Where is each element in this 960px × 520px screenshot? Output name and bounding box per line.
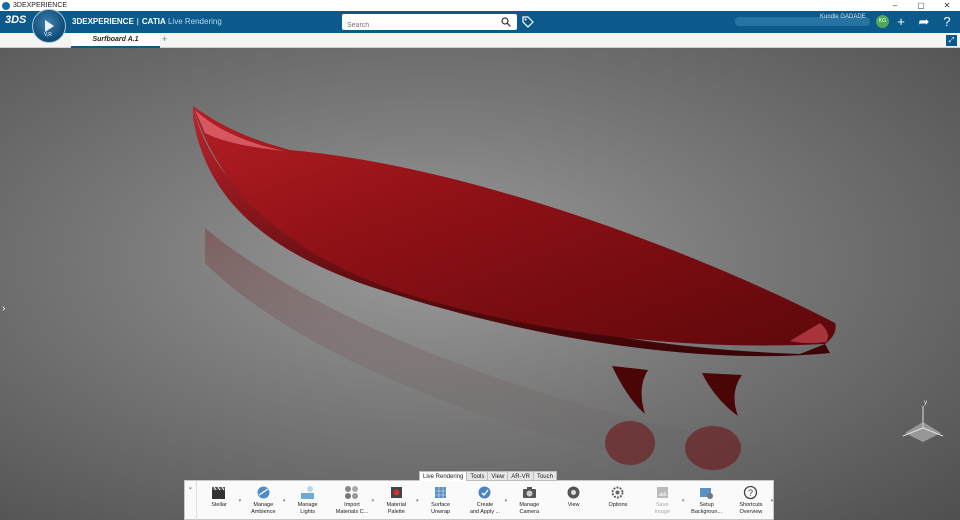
setup-background-label2: Backgroun... bbox=[691, 509, 723, 515]
app-title: 3DEXPERIENCE | CATIA Live Rendering bbox=[72, 17, 222, 26]
fin-left bbox=[612, 366, 648, 414]
manage-camera-label2: Camera bbox=[519, 509, 540, 515]
lights-icon bbox=[301, 486, 315, 499]
triad-y-label: y bbox=[924, 400, 927, 406]
search-input[interactable] bbox=[342, 17, 492, 34]
fin-right bbox=[702, 373, 742, 416]
options-gear-icon bbox=[611, 486, 624, 499]
add-tab-button[interactable]: + bbox=[162, 34, 167, 44]
manage-lights-button[interactable]: Manage Lights bbox=[285, 481, 329, 520]
tab-tools[interactable]: Tools bbox=[466, 471, 489, 481]
side-panel-arrow-icon[interactable]: › bbox=[2, 303, 5, 314]
material-palette-label2: Palette bbox=[387, 509, 405, 515]
user-name[interactable]: Kundle GADADE bbox=[820, 14, 866, 20]
avatar[interactable]: KG bbox=[876, 15, 889, 28]
save-image-icon bbox=[656, 487, 668, 498]
minimize-button[interactable]: – bbox=[882, 0, 908, 11]
surface-unwrap-button[interactable]: Surface Unwrap bbox=[418, 481, 462, 520]
collapse-toolbar-button[interactable]: ⌄ bbox=[185, 481, 197, 520]
expand-icon[interactable]: ⤢ bbox=[946, 35, 957, 46]
material-palette-button[interactable]: Material Palette ▾ bbox=[374, 481, 418, 520]
camera-icon bbox=[522, 487, 536, 498]
setup-background-button[interactable]: Setup Backgroun... bbox=[684, 481, 728, 520]
play-icon[interactable] bbox=[45, 20, 54, 32]
maximize-button[interactable]: ▢ bbox=[908, 0, 934, 11]
search-box[interactable] bbox=[342, 14, 517, 34]
ambience-sphere-icon bbox=[257, 486, 270, 499]
top-actions: + ➦ ? bbox=[893, 14, 955, 30]
tab-ar-vr[interactable]: AR-VR bbox=[507, 471, 534, 481]
import-materials-label1: Import bbox=[344, 502, 360, 508]
manage-camera-button[interactable]: Manage Camera bbox=[507, 481, 551, 520]
add-icon[interactable]: + bbox=[893, 14, 909, 30]
section-tabs: Live Rendering Tools View AR-VR Touch bbox=[419, 471, 557, 481]
palette-icon bbox=[390, 487, 402, 498]
import-materials-label2: Materials C... bbox=[335, 509, 369, 515]
tab-live-rendering[interactable]: Live Rendering bbox=[419, 471, 468, 481]
tab-surfboard[interactable]: Surfboard A.1 bbox=[71, 33, 160, 48]
import-materials-button[interactable]: Import Materials C... ▾ bbox=[330, 481, 374, 520]
app-icon bbox=[2, 1, 10, 10]
share-icon[interactable]: ➦ bbox=[916, 14, 932, 30]
create-apply-label2: and Apply ... bbox=[469, 509, 501, 515]
app-name: CATIA bbox=[141, 17, 166, 26]
window-controls: – ▢ ✕ bbox=[882, 0, 960, 11]
shortcuts-overview-button[interactable]: ? Shortcuts Overview ▾ bbox=[729, 481, 773, 520]
action-bar: ⌄ Stellar ▾ Manage Ambience ▾ Manage Lig… bbox=[184, 480, 774, 520]
tab-touch[interactable]: Touch bbox=[532, 471, 557, 481]
search-icon[interactable] bbox=[501, 17, 511, 27]
surface-unwrap-label1: Surface bbox=[431, 502, 451, 508]
options-label: Options bbox=[608, 502, 628, 508]
save-image-label2: Image bbox=[654, 509, 670, 515]
view-button[interactable]: View bbox=[551, 481, 595, 520]
help-icon: ? bbox=[744, 485, 758, 500]
materials-icon bbox=[345, 486, 359, 499]
view-label: View bbox=[567, 502, 580, 508]
options-button[interactable]: Options bbox=[596, 481, 640, 520]
unwrap-icon bbox=[435, 487, 447, 498]
window-titlebar: 3DEXPERIENCE – ▢ ✕ bbox=[0, 0, 960, 11]
save-image-button[interactable]: Save Image ▾ bbox=[640, 481, 684, 520]
3d-viewport[interactable]: y › bbox=[0, 48, 960, 520]
shortcuts-overview-dropdown-icon[interactable]: ▾ bbox=[771, 498, 774, 504]
fin-reflection-left bbox=[605, 421, 655, 465]
fin-reflection-right bbox=[685, 426, 741, 470]
top-bar: 3DS 3DEXPERIENCE|CATIA Live Rendering Ku… bbox=[0, 11, 960, 34]
close-button[interactable]: ✕ bbox=[934, 0, 960, 11]
ds-logo[interactable]: 3DS bbox=[5, 14, 26, 26]
stellar-button[interactable]: Stellar ▾ bbox=[197, 481, 241, 520]
window-title: 3DEXPERIENCE bbox=[13, 2, 68, 9]
tab-bar: Surfboard A.1 + ⤢ bbox=[0, 33, 960, 48]
manage-ambience-button[interactable]: Manage Ambience ▾ bbox=[241, 481, 285, 520]
manage-ambience-label1: Manage bbox=[253, 502, 274, 508]
help-icon[interactable]: ? bbox=[939, 14, 955, 30]
viewport-scene: y bbox=[193, 106, 944, 478]
role-name: Live Rendering bbox=[167, 17, 222, 26]
manage-ambience-label2: Ambience bbox=[251, 509, 276, 515]
shortcuts-overview-label1: Shortcuts bbox=[739, 502, 763, 508]
tag-icon[interactable] bbox=[522, 16, 534, 28]
create-apply-button[interactable]: Create and Apply ... ▾ bbox=[463, 481, 507, 520]
create-apply-icon bbox=[478, 486, 491, 499]
tab-view[interactable]: View bbox=[487, 471, 509, 481]
axis-triad: y bbox=[902, 400, 944, 442]
manage-lights-label2: Lights bbox=[300, 509, 315, 515]
manage-camera-label1: Manage bbox=[519, 502, 540, 508]
surface-unwrap-label2: Unwrap bbox=[431, 509, 451, 515]
view-icon bbox=[567, 486, 580, 499]
save-image-label1: Save bbox=[656, 502, 669, 508]
platform-name: 3DEXPERIENCE bbox=[72, 17, 134, 26]
create-apply-label1: Create bbox=[476, 502, 494, 508]
svg-text:?: ? bbox=[748, 488, 753, 498]
material-palette-label1: Material bbox=[386, 502, 407, 508]
shortcuts-overview-label2: Overview bbox=[739, 509, 763, 515]
compass-label: V,R bbox=[44, 32, 52, 38]
setup-background-label1: Setup bbox=[699, 502, 714, 508]
compass[interactable]: V,R bbox=[32, 9, 66, 43]
setup-background-icon bbox=[700, 488, 714, 499]
clapperboard-icon bbox=[212, 486, 226, 499]
stellar-label: Stellar bbox=[211, 502, 227, 508]
manage-lights-label1: Manage bbox=[297, 502, 318, 508]
